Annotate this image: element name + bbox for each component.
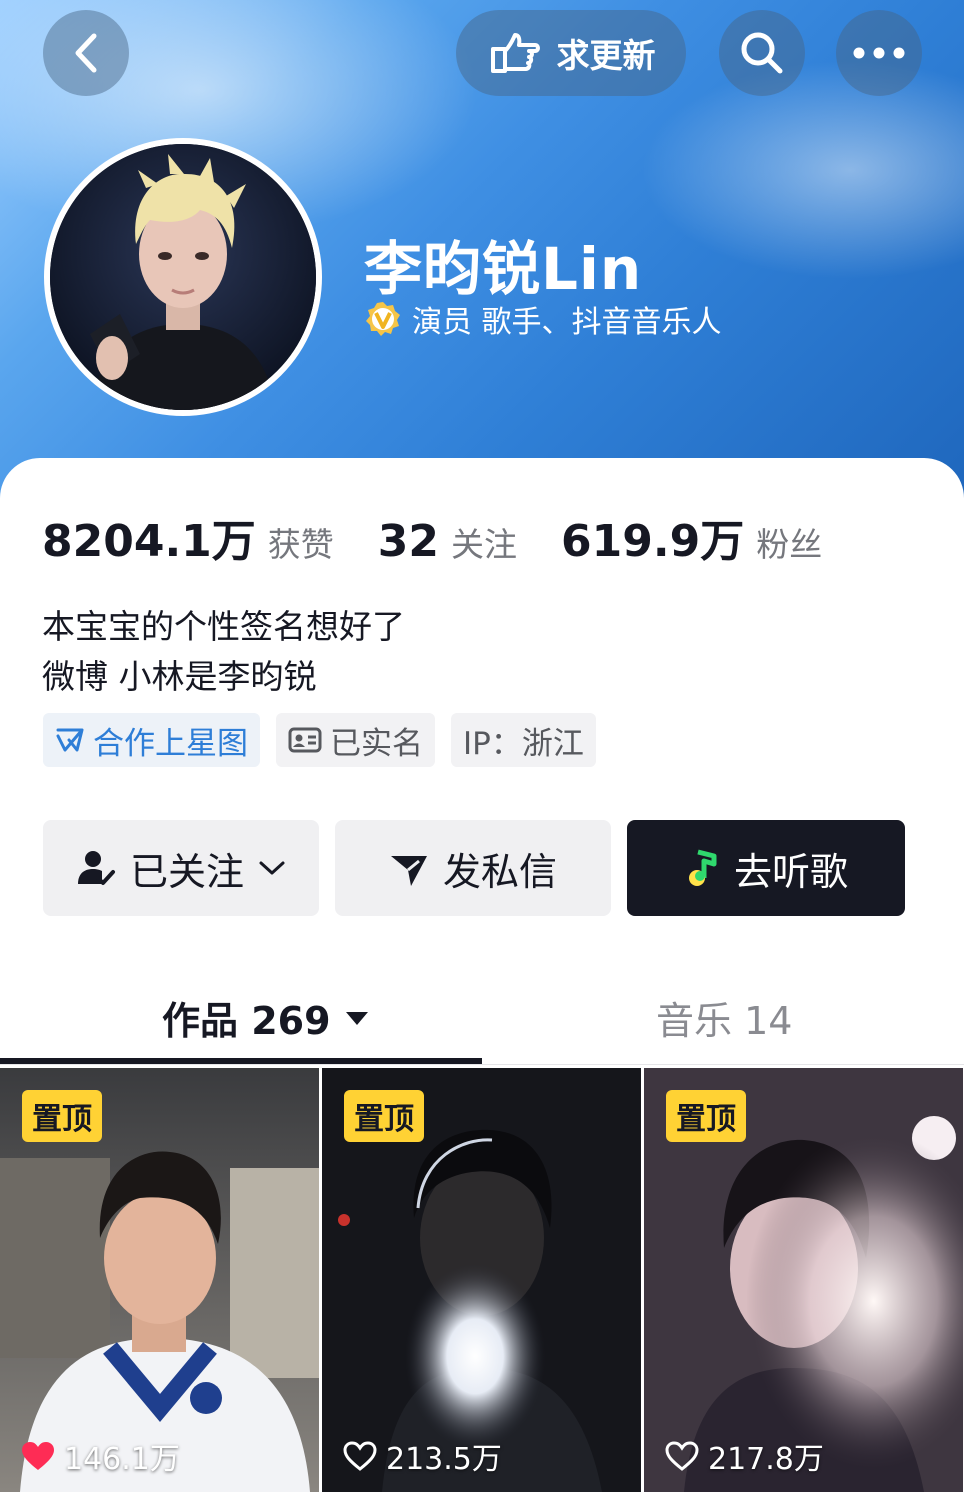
pinned-badge: 置顶 [666, 1090, 746, 1142]
music-note-icon [688, 849, 717, 886]
verified-badge-icon [366, 302, 400, 336]
tab-music-label: 音乐 14 [656, 999, 793, 1043]
more-icon [853, 47, 905, 59]
back-button[interactable] [43, 10, 129, 96]
avatar[interactable] [44, 138, 322, 416]
heart-filled-icon [22, 1442, 54, 1470]
video-likes-count: 217.8万 [708, 1442, 824, 1477]
following-button-label: 已关注 [129, 849, 244, 894]
chevron-down-icon [259, 861, 285, 875]
profile-name: 李昀锐Lin [364, 235, 643, 303]
likes-count[interactable]: 8204.1万 [42, 505, 256, 569]
video-likes: 217.8万 [664, 1434, 824, 1478]
star-map-tag-label: 合作上星图 [93, 725, 248, 762]
ip-location-tag: IP：浙江 [451, 713, 596, 767]
search-icon [741, 32, 783, 74]
video-thumbnail[interactable]: 置顶 213.5万 [322, 1068, 641, 1492]
listen-music-label: 去听歌 [733, 849, 848, 894]
heart-outline-icon [343, 1441, 377, 1471]
tab-works-label: 作品 269 [162, 999, 331, 1043]
verification-row: 演员 歌手、抖音音乐人 [364, 297, 722, 341]
heart-outline-icon [665, 1441, 699, 1471]
following-button[interactable]: 已关注 [43, 820, 319, 916]
send-message-label: 发私信 [442, 849, 557, 894]
send-icon [390, 856, 427, 886]
video-likes-count: 146.1万 [64, 1442, 180, 1477]
tab-divider [0, 1064, 964, 1065]
tags-row: 合作上星图 已实名 IP：浙江 [43, 713, 596, 767]
avatar-photo [50, 144, 316, 410]
user-check-icon [77, 851, 115, 885]
following-label[interactable]: 关注 [451, 518, 517, 566]
bio-line-1: 本宝宝的个性签名想好了 [42, 607, 405, 646]
video-likes: 213.5万 [342, 1434, 502, 1478]
content-tabs: 作品 269 音乐 14 [0, 980, 964, 1066]
video-thumbnail[interactable]: 置顶 217.8万 [644, 1068, 963, 1492]
caret-down-icon[interactable] [345, 1010, 369, 1026]
more-button[interactable] [836, 10, 922, 96]
star-map-icon [56, 728, 84, 752]
verified-name-tag-label: 已实名 [330, 725, 423, 762]
tab-works[interactable]: 作品 269 [162, 990, 369, 1045]
verified-name-tag[interactable]: 已实名 [276, 713, 435, 767]
video-likes-count: 213.5万 [386, 1442, 502, 1477]
action-buttons: 已关注 发私信 去听歌 [43, 820, 905, 916]
tab-music[interactable]: 音乐 14 [656, 990, 792, 1045]
bio-line-2: 微博 小林是李昀锐 [42, 657, 317, 696]
bio: 本宝宝的个性签名想好了 微博 小林是李昀锐 [42, 602, 405, 702]
chevron-left-icon [75, 33, 97, 73]
stats-row: 8204.1万 获赞 32 关注 619.9万 粉丝 [42, 505, 866, 569]
star-map-tag[interactable]: 合作上星图 [43, 713, 260, 767]
ip-location-label: IP：浙江 [463, 725, 584, 762]
pinned-badge: 置顶 [22, 1090, 102, 1142]
verification-text: 演员 歌手、抖音音乐人 [412, 305, 722, 340]
video-grid: 置顶 146.1万 置顶 213.5万 置顶 217.8万 [0, 1068, 964, 1492]
likes-label[interactable]: 获赞 [268, 518, 334, 566]
search-button[interactable] [719, 10, 805, 96]
request-update-label: 求更新 [556, 36, 656, 75]
request-update-button[interactable]: 求更新 [456, 10, 686, 96]
following-count[interactable]: 32 [378, 516, 439, 567]
pinned-badge: 置顶 [344, 1090, 424, 1142]
followers-label[interactable]: 粉丝 [756, 518, 822, 566]
id-card-icon [288, 727, 322, 753]
video-likes: 146.1万 [20, 1434, 180, 1478]
video-thumbnail[interactable]: 置顶 146.1万 [0, 1068, 319, 1492]
followers-count[interactable]: 619.9万 [561, 505, 744, 569]
listen-music-button[interactable]: 去听歌 [627, 820, 905, 916]
pointing-hand-icon [490, 33, 540, 73]
send-message-button[interactable]: 发私信 [335, 820, 611, 916]
